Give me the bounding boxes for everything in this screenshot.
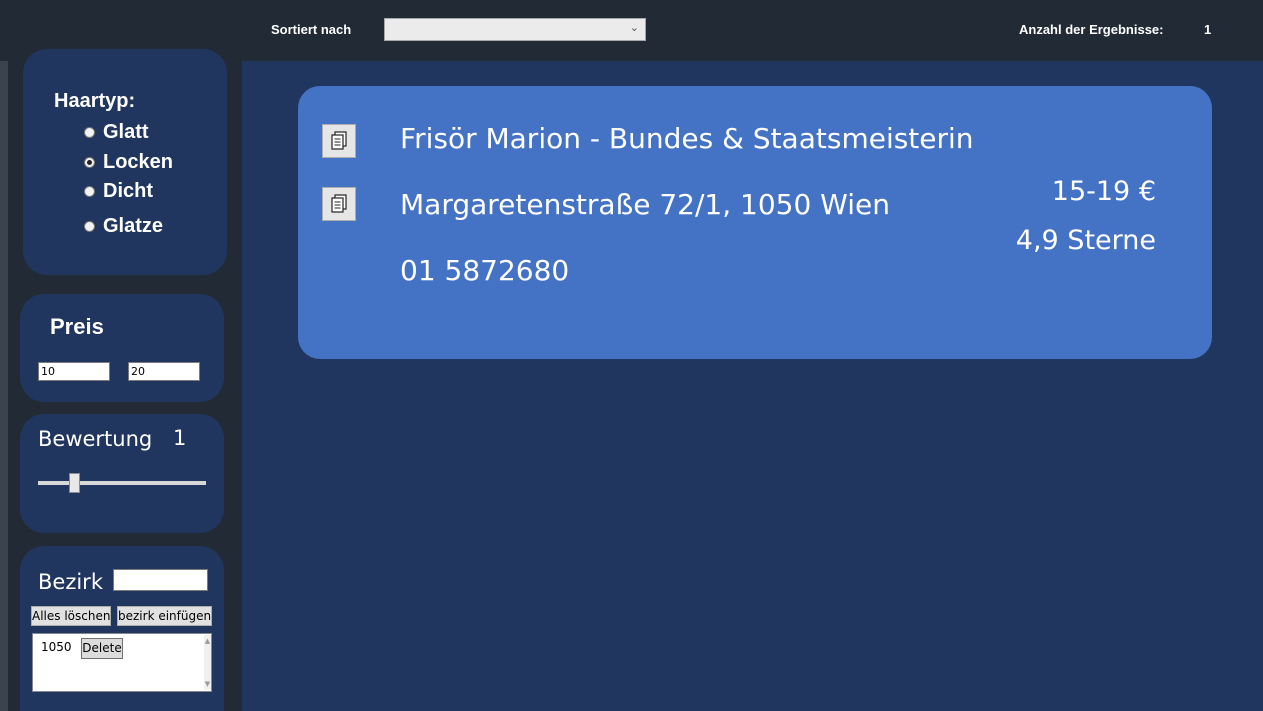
delete-button[interactable]: Delete <box>81 638 123 659</box>
haartyp-panel: Haartyp: Glatt Locken Dicht Glatze <box>23 49 227 275</box>
radio-label: Glatze <box>103 215 164 237</box>
salon-name: Frisör Marion - Bundes & Staatsmeisterin <box>400 122 974 155</box>
bezirk-input[interactable] <box>113 569 208 591</box>
scroll-up-icon[interactable]: ▲ <box>204 636 211 646</box>
copy-icon <box>331 194 347 213</box>
results-area: Frisör Marion - Bundes & Staatsmeisterin… <box>242 61 1263 711</box>
sort-label: Sortiert nach <box>271 22 352 37</box>
copy-address-button[interactable] <box>322 187 356 221</box>
radio-button-icon[interactable] <box>84 221 95 232</box>
salon-address: Margaretenstraße 72/1, 1050 Wien <box>400 188 890 221</box>
radio-glatt[interactable]: Glatt <box>84 121 149 144</box>
radio-button-icon[interactable] <box>84 186 95 197</box>
bezirk-title: Bezirk <box>38 570 103 594</box>
bezirk-list[interactable]: 1050 Delete ▲ ▼ <box>32 633 212 692</box>
price-min-input[interactable]: 10 <box>38 362 110 381</box>
salon-phone: 01 5872680 <box>400 254 570 287</box>
bewertung-value: 1 <box>173 426 187 450</box>
preis-panel: Preis 10 20 <box>20 294 224 402</box>
copy-icon <box>331 131 347 150</box>
radio-label: Locken <box>103 151 174 173</box>
clear-all-button[interactable]: Alles löschen <box>31 606 111 626</box>
radio-locken[interactable]: Locken <box>84 151 173 174</box>
sort-dropdown[interactable]: ⌄ <box>384 18 646 41</box>
radio-dicht[interactable]: Dicht <box>84 180 153 203</box>
price-max-input[interactable]: 20 <box>128 362 200 381</box>
bezirk-code: 1050 <box>41 640 72 654</box>
preis-title: Preis <box>50 314 104 339</box>
radio-glatze[interactable]: Glatze <box>84 215 163 238</box>
result-card: Frisör Marion - Bundes & Staatsmeisterin… <box>298 86 1212 359</box>
radio-label: Glatt <box>103 121 149 143</box>
scroll-down-icon[interactable]: ▼ <box>204 679 211 689</box>
bewertung-title: Bewertung <box>38 427 153 451</box>
radio-label: Dicht <box>103 180 153 202</box>
salon-price: 15-19 € <box>1051 176 1156 207</box>
salon-rating: 4,9 Sterne <box>1015 225 1156 256</box>
radio-button-icon[interactable] <box>84 127 95 138</box>
results-count-label: Anzahl der Ergebnisse: <box>1019 22 1164 37</box>
add-bezirk-button[interactable]: bezirk einfügen <box>117 606 212 626</box>
chevron-down-icon: ⌄ <box>629 21 639 34</box>
bewertung-panel: Bewertung 1 <box>20 414 224 533</box>
bezirk-panel: Bezirk Alles löschen bezirk einfügen 105… <box>20 546 224 711</box>
copy-name-button[interactable] <box>322 124 356 158</box>
app-window: Sortiert nach ⌄ Anzahl der Ergebnisse: 1… <box>0 0 1263 711</box>
results-count-value: 1 <box>1204 22 1212 37</box>
window-edge <box>0 0 8 711</box>
rating-slider-thumb[interactable] <box>69 473 81 493</box>
radio-button-icon[interactable] <box>84 157 95 168</box>
rating-slider[interactable] <box>38 481 206 485</box>
scrollbar[interactable]: ▲ ▼ <box>204 635 211 690</box>
haartyp-title: Haartyp: <box>54 90 136 112</box>
